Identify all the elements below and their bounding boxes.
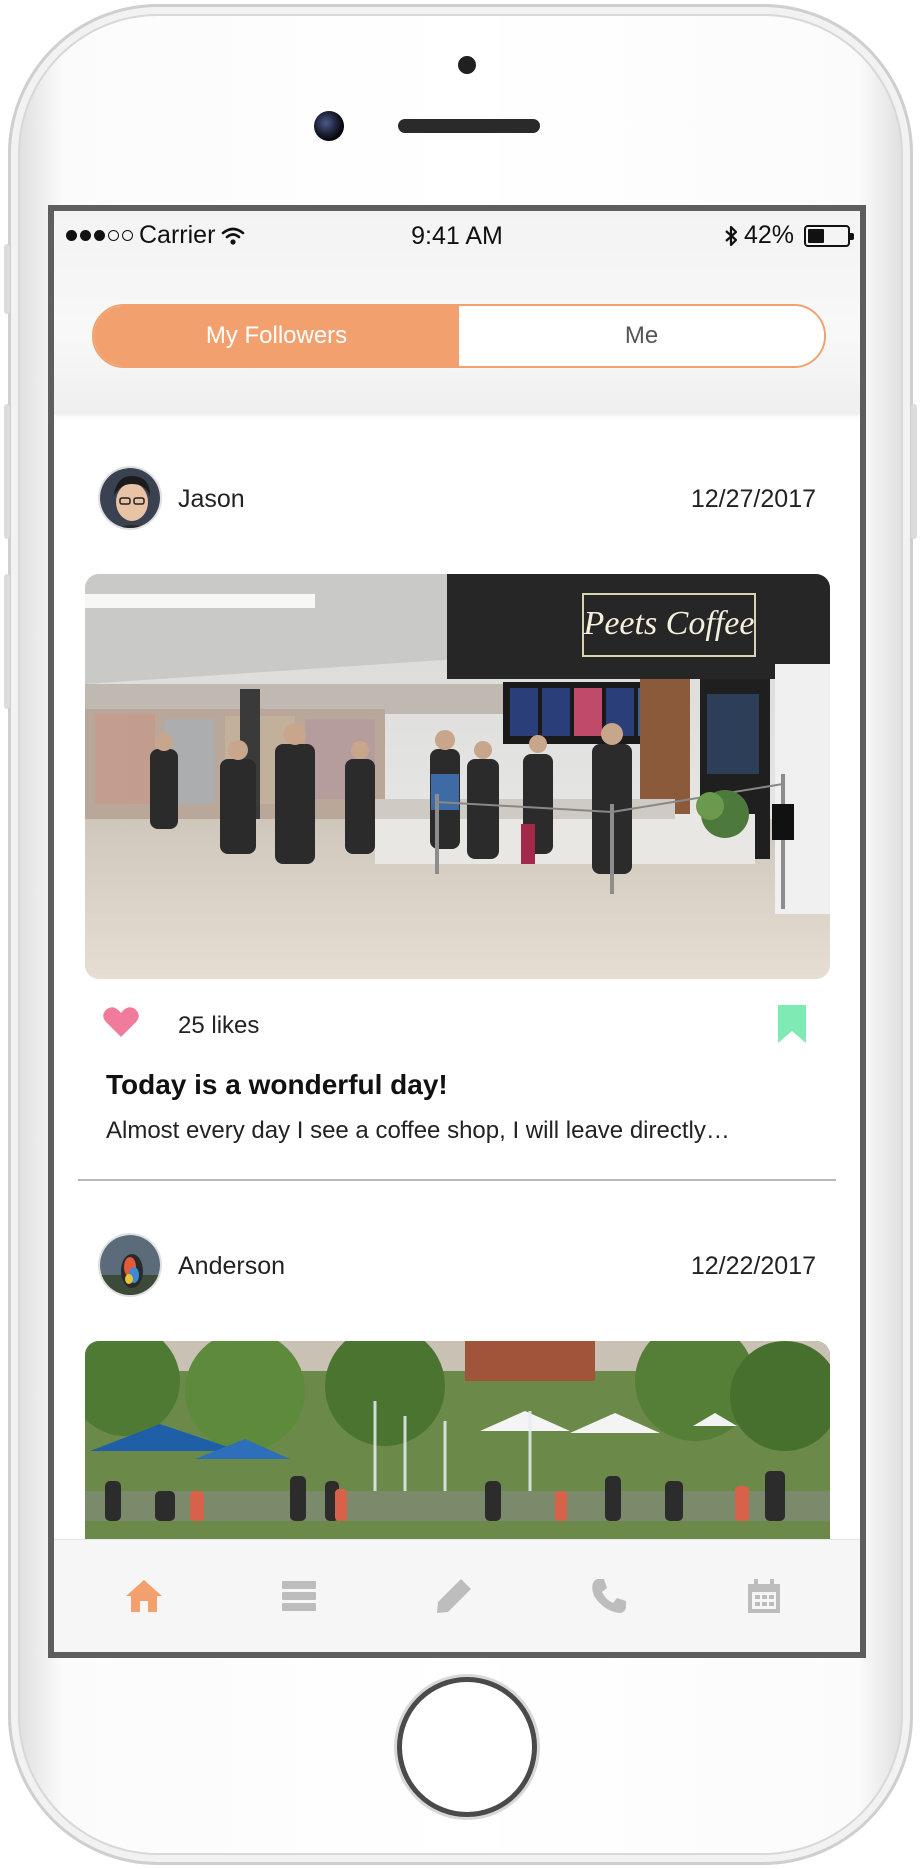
tab-home[interactable] <box>124 1576 164 1616</box>
list-icon <box>282 1581 316 1611</box>
app-header: Carrier 9:41 AM 42% My Followers Me <box>54 211 860 414</box>
post-date: 12/27/2017 <box>690 485 816 513</box>
post-date: 12/22/2017 <box>690 1252 816 1280</box>
bookmark-icon[interactable] <box>778 1005 806 1043</box>
power-button <box>911 404 917 539</box>
post-username[interactable]: Anderson <box>178 1252 285 1281</box>
feed-segmented-control: My Followers Me <box>92 304 826 368</box>
post-header: Jason 12/27/2017 <box>54 414 860 574</box>
calendar-icon <box>748 1579 780 1613</box>
proximity-sensor <box>458 56 476 74</box>
tab-phone[interactable] <box>589 1576 629 1616</box>
volume-up-button <box>4 404 10 539</box>
segment-my-followers[interactable]: My Followers <box>94 306 459 366</box>
bottom-tab-bar <box>54 1539 860 1652</box>
avatar[interactable] <box>98 466 162 530</box>
status-bar-right: 42% <box>724 221 854 250</box>
post-card: Jason 12/27/2017 Peets Coffee 25 likes T… <box>54 414 860 1181</box>
post-username[interactable]: Jason <box>178 485 245 514</box>
post-header: Anderson 12/22/2017 <box>54 1181 860 1341</box>
battery-percent: 42% <box>743 221 794 249</box>
post-feed: Jason 12/27/2017 Peets Coffee 25 likes T… <box>54 414 860 1601</box>
tab-compose[interactable] <box>434 1576 474 1616</box>
tab-calendar[interactable] <box>744 1576 784 1616</box>
heart-icon[interactable] <box>102 1005 140 1039</box>
phone-icon <box>592 1579 626 1613</box>
photo-sign-text: Peets Coffee <box>583 605 755 642</box>
home-button[interactable] <box>397 1677 537 1817</box>
segment-me[interactable]: Me <box>459 306 824 366</box>
post-card: Anderson 12/22/2017 <box>54 1181 860 1601</box>
post-photo-coffee-shop[interactable]: Peets Coffee <box>85 574 830 979</box>
post-title[interactable]: Today is a wonderful day! <box>106 1069 860 1101</box>
status-bar: Carrier 9:41 AM 42% <box>54 211 860 259</box>
bluetooth-icon <box>725 225 738 246</box>
earpiece-speaker <box>398 119 540 133</box>
volume-down-button <box>4 574 10 709</box>
mute-switch <box>4 244 10 314</box>
post-excerpt[interactable]: Almost every day I see a coffee shop, I … <box>106 1117 860 1145</box>
app-screen: Carrier 9:41 AM 42% My Followers Me Jaso… <box>48 205 866 1658</box>
battery-icon <box>804 224 854 247</box>
post-actions: 25 likes <box>54 979 860 1069</box>
front-camera <box>314 111 344 141</box>
tab-list[interactable] <box>279 1576 319 1616</box>
home-icon <box>126 1580 162 1612</box>
avatar[interactable] <box>98 1233 162 1297</box>
pencil-icon <box>437 1579 471 1613</box>
likes-count: 25 likes <box>178 1012 260 1039</box>
